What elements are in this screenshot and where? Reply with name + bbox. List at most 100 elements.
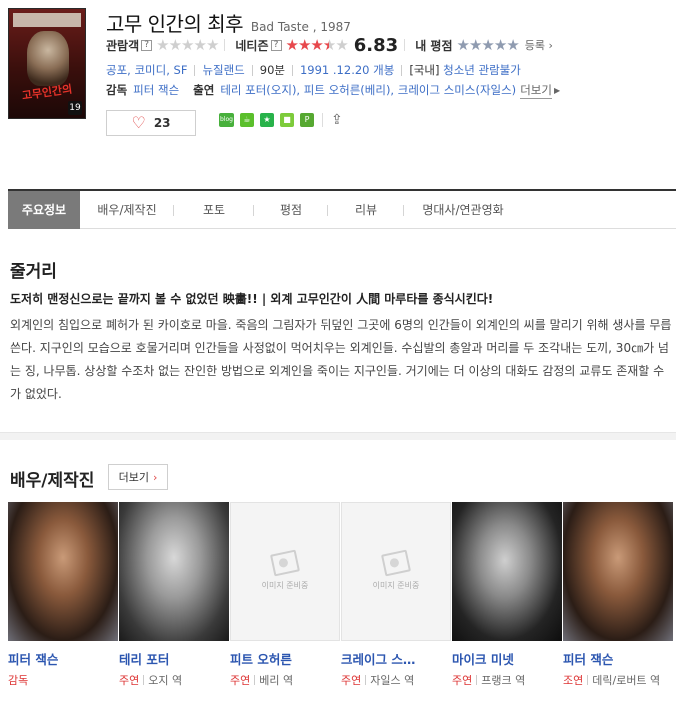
audience-stars: ★★★★★	[156, 36, 219, 54]
cast-card[interactable]: 테리 포터 주연 오지 역	[119, 502, 229, 690]
cast-role: 주연 베리 역	[230, 672, 340, 690]
release-date[interactable]: 1991 .12.20 개봉	[300, 62, 394, 78]
star-icon: ★	[456, 36, 470, 54]
cast-photo-placeholder[interactable]: 이미지 준비중	[341, 502, 451, 641]
tab-cast-crew[interactable]: 배우/제작진	[80, 191, 174, 229]
cast-name[interactable]: 크레이그 스…	[341, 649, 451, 668]
my-rating-stars[interactable]: ★★★★★	[456, 36, 520, 54]
tab-quotes-related[interactable]: 명대사/연관영화	[404, 191, 522, 229]
cast-name[interactable]: 마이크 미넷	[452, 649, 562, 668]
tab-main-info[interactable]: 주요정보	[8, 190, 80, 229]
director-link[interactable]: 피터 잭슨	[133, 82, 179, 98]
band-icon[interactable]: ★	[260, 113, 274, 127]
blog-icon[interactable]: blog	[219, 113, 234, 127]
no-image-text: 이미지 준비중	[261, 581, 309, 590]
star-icon: ★	[156, 36, 169, 54]
tab-photo[interactable]: 포토	[174, 191, 254, 229]
star-icon: ★	[297, 36, 311, 54]
runtime: 90분	[259, 63, 285, 77]
cast-name[interactable]: 피터 잭슨	[8, 649, 118, 668]
register-rating-link[interactable]: 등록 ›	[525, 37, 553, 53]
synopsis-headline: 도저히 맨정신으로는 끝까지 볼 수 없었던 映畵!! | 외계 고무인간이 人…	[10, 292, 494, 306]
cafe-icon[interactable]: ☕	[240, 113, 254, 127]
share-out-icon[interactable]: ⇪	[331, 112, 343, 128]
like-button[interactable]: ♡ 23	[106, 110, 196, 136]
star-icon: ★	[335, 36, 348, 54]
info-divider	[251, 64, 253, 76]
cast-card[interactable]: 마이크 미넷 주연 프랭크 역	[452, 502, 562, 690]
cast-card[interactable]: 이미지 준비중 크레이그 스… 주연 자일스 역	[341, 502, 451, 690]
post-icon[interactable]: P	[300, 113, 314, 127]
my-rating-label: 내 평점	[415, 38, 453, 53]
cast-photo-placeholder[interactable]: 이미지 준비중	[230, 502, 340, 641]
role-name: 자일스 역	[370, 674, 415, 687]
star-icon: ★	[493, 36, 507, 54]
genres[interactable]: 공포, 코미디, SF	[106, 62, 187, 78]
film-grade[interactable]: 청소년 관람불가	[443, 62, 521, 78]
no-image-text: 이미지 준비중	[372, 581, 420, 590]
audience-help-icon[interactable]: ?	[141, 39, 153, 51]
tab-label: 배우/제작진	[97, 203, 157, 217]
chevron-right-icon: ›	[152, 470, 158, 484]
cast-role: 조연 데릭/로버트 역	[563, 672, 673, 690]
cast-label: 출연	[193, 83, 215, 97]
movie-info-line: 공포, 코미디, SF 뉴질랜드 90분 1991 .12.20 개봉 [국내]…	[106, 62, 521, 78]
star-icon: ★	[506, 36, 519, 54]
netizen-help-icon[interactable]: ?	[270, 39, 282, 51]
role-kind: 주연	[230, 674, 251, 687]
role-kind: 주연	[119, 674, 140, 687]
cast-name[interactable]: 테리 포터	[119, 649, 229, 668]
role-kind: 감독	[8, 674, 29, 687]
cast-photo[interactable]	[119, 502, 229, 641]
title-line: 고무 인간의 최후 Bad Taste , 1987	[106, 8, 351, 36]
cast-photo[interactable]	[452, 502, 562, 641]
rating-divider	[224, 39, 226, 51]
cast-links[interactable]: 테리 포터(오지), 피트 오허른(베리), 크레이그 스미스(자일스)	[220, 82, 516, 98]
poster-top-banner	[13, 13, 81, 27]
cast-photo[interactable]	[563, 502, 673, 641]
audience-rating-label: 관람객	[106, 38, 140, 53]
tab-label: 명대사/연관영화	[422, 203, 504, 217]
poster-figure	[27, 31, 69, 86]
role-name: 프랭크 역	[481, 674, 526, 687]
crew-more-arrow-icon: ▶	[553, 85, 561, 95]
cast-role: 주연 자일스 역	[341, 672, 451, 690]
register-label: 등록	[524, 39, 546, 52]
country[interactable]: 뉴질랜드	[202, 62, 244, 78]
cast-more-button[interactable]: 더보기 ›	[108, 464, 168, 490]
movie-title[interactable]: 고무 인간의 최후	[106, 12, 244, 36]
star-icon: ★	[193, 36, 206, 54]
cast-card[interactable]: 이미지 준비중 피트 오허른 주연 베리 역	[230, 502, 340, 690]
role-kind: 조연	[563, 674, 584, 687]
star-icon: ★	[285, 36, 299, 54]
info-divider	[401, 64, 403, 76]
tab-rating[interactable]: 평점	[254, 191, 328, 229]
star-icon: ★	[481, 36, 494, 54]
rating-divider	[404, 39, 406, 51]
me-icon[interactable]: ■	[280, 113, 294, 127]
cast-card[interactable]: 피터 잭슨 조연 데릭/로버트 역	[563, 502, 673, 690]
star-icon: ★	[322, 36, 336, 54]
like-count: 23	[153, 116, 171, 130]
cast-name[interactable]: 피터 잭슨	[563, 649, 673, 668]
movie-poster[interactable]: 고무인간의 19	[8, 8, 86, 119]
no-image-icon	[380, 549, 412, 577]
share-row: blog ☕ ★ ■ P ⇪	[219, 112, 343, 128]
cast-section-title: 배우/제작진	[10, 471, 95, 491]
cast-name[interactable]: 피트 오허른	[230, 649, 340, 668]
tab-label: 리뷰	[354, 203, 378, 217]
tab-label: 주요정보	[21, 203, 67, 217]
role-name: 오지 역	[148, 674, 183, 687]
cast-photo[interactable]	[8, 502, 118, 641]
cast-list: 피터 잭슨 감독 테리 포터 주연 오지 역 이미지 준비중 피트 오허른 주연 베…	[8, 502, 676, 718]
role-name: 데릭/로버트 역	[592, 674, 661, 687]
info-divider	[194, 64, 196, 76]
cast-card[interactable]: 피터 잭슨 감독	[8, 502, 118, 690]
star-icon: ★	[181, 36, 194, 54]
cast-role: 감독	[8, 672, 118, 690]
tab-bar: 주요정보 배우/제작진 포토 평점 리뷰 명대사/연관영화	[8, 189, 676, 229]
crew-more-link[interactable]: 더보기	[520, 82, 552, 99]
tab-review[interactable]: 리뷰	[328, 191, 404, 229]
grade-prefix: [국내]	[409, 63, 440, 77]
movie-subtitle: Bad Taste , 1987	[250, 20, 351, 34]
